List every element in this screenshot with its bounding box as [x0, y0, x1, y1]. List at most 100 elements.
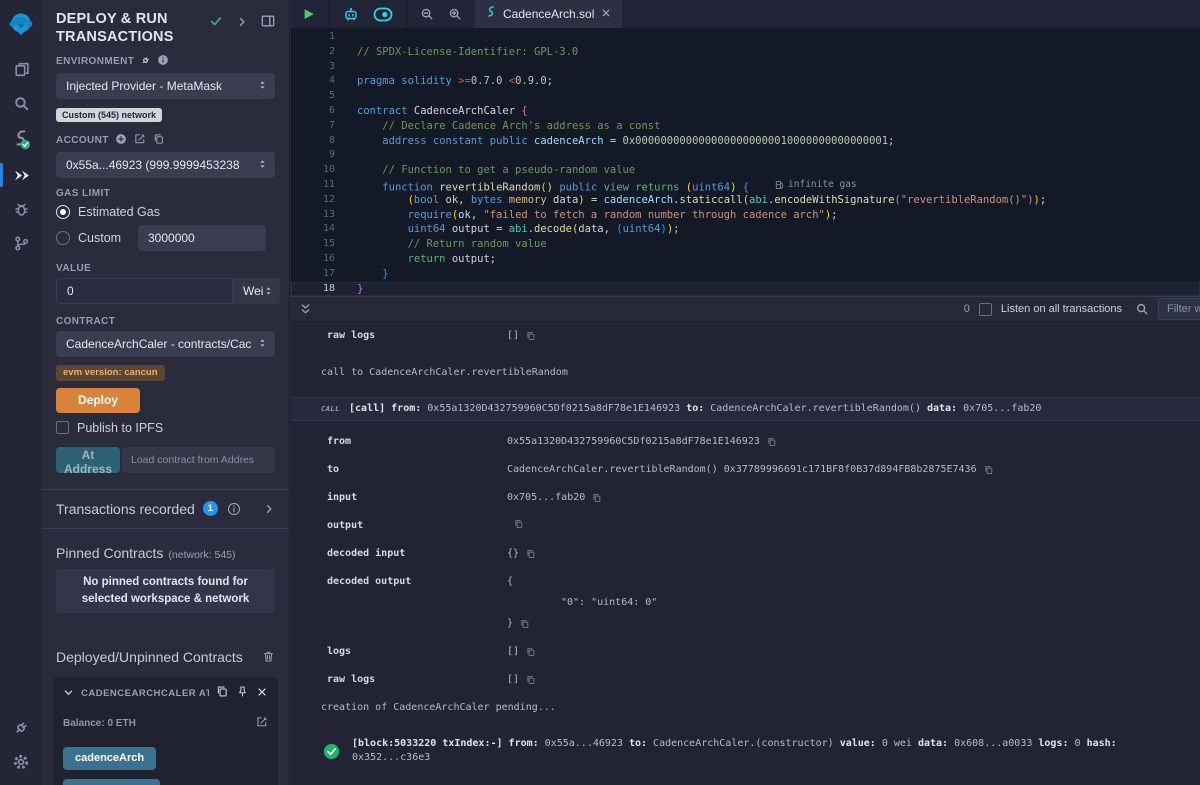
code-line[interactable]: 14 uint64 output = abi.decode(data, (uin… [291, 222, 1200, 237]
solidity-compiler-icon[interactable] [0, 120, 42, 158]
split-view-icon[interactable] [261, 14, 275, 33]
code-editor[interactable]: 12// SPDX-License-Identifier: GPL-3.034p… [291, 28, 1200, 296]
success-check-icon [323, 743, 340, 760]
code-line[interactable]: 11 function revertibleRandom() public vi… [291, 178, 1200, 193]
deploy-run-panel: DEPLOY & RUN TRANSACTIONS ENVIRONMENT In… [42, 0, 290, 785]
close-icon[interactable] [256, 685, 268, 703]
copy-icon[interactable] [592, 493, 602, 503]
remix-logo[interactable] [0, 2, 42, 46]
copy-icon[interactable] [984, 465, 994, 475]
code-line[interactable]: 2// SPDX-License-Identifier: GPL-3.0 [291, 45, 1200, 60]
trash-icon[interactable] [262, 650, 275, 663]
code-line[interactable]: 15 // Return random value [291, 237, 1200, 252]
code-line[interactable]: 17 } [291, 267, 1200, 282]
environment-value: Injected Provider - MetaMask [66, 79, 257, 93]
code-line[interactable]: 8 address constant public cadenceArch = … [291, 134, 1200, 149]
stepper-icon [263, 284, 274, 298]
copy-icon[interactable] [526, 675, 536, 685]
contract-select[interactable]: CadenceArchCaler - contracts/Cac [56, 331, 275, 357]
revertible-random-button[interactable]: revertibleRa... [63, 779, 160, 785]
terminal-filter-input[interactable] [1158, 298, 1200, 320]
code-line[interactable]: 4pragma solidity >=0.7.0 <0.9.0; [291, 74, 1200, 89]
call-summary-text: [call] from: 0x55a1320D432759960C5Df0215… [349, 402, 1041, 416]
value-unit-select[interactable]: Wei [233, 278, 280, 304]
zoom-in-icon[interactable] [441, 7, 469, 21]
tx-success-row[interactable]: [block:5033220 txIndex:-] from: 0x55a...… [323, 737, 1200, 765]
copy-icon[interactable] [526, 331, 536, 341]
deploy-run-icon[interactable] [0, 158, 42, 192]
deploy-button[interactable]: Deploy [56, 388, 140, 413]
code-line[interactable]: 5 [291, 89, 1200, 104]
transactions-recorded-row[interactable]: Transactions recorded 1 [56, 490, 275, 528]
gas-limit-label: GAS LIMIT [56, 188, 275, 199]
code-line[interactable]: 10 // Function to get a pseudo-random va… [291, 163, 1200, 178]
environment-label-row: ENVIRONMENT [56, 54, 275, 69]
estimated-gas-radio[interactable] [56, 205, 70, 219]
code-text: address constant public cadenceArch = 0x… [357, 134, 894, 149]
account-select[interactable]: 0x55a...46923 (999.9999453238 [56, 152, 275, 178]
code-line[interactable]: 9 [291, 148, 1200, 163]
expand-terminal-icon[interactable] [299, 303, 312, 316]
custom-gas-input[interactable] [138, 225, 266, 251]
code-line[interactable]: 1 [291, 30, 1200, 45]
detail-close-row: } [507, 617, 1200, 631]
copilot-toggle-icon[interactable] [366, 7, 400, 22]
settings-icon[interactable] [0, 745, 42, 779]
code-line[interactable]: 12 (bool ok, bytes memory data) = cadenc… [291, 193, 1200, 208]
copy-icon[interactable] [767, 437, 777, 447]
code-text: contract CadenceArchCaler { [357, 104, 528, 119]
chevron-down-icon[interactable] [63, 685, 74, 703]
copy-icon[interactable] [514, 519, 524, 529]
publish-ipfs-checkbox[interactable] [56, 421, 69, 434]
at-address-input[interactable] [122, 447, 275, 473]
code-line[interactable]: 18} [291, 282, 1200, 296]
code-line[interactable]: 7 // Declare Cadence Arch's address as a… [291, 119, 1200, 134]
value-input[interactable] [56, 278, 233, 304]
pin-icon[interactable] [236, 685, 249, 703]
divider [42, 528, 289, 529]
info-icon[interactable] [227, 502, 241, 516]
code-line[interactable]: 16 return output; [291, 252, 1200, 267]
chevron-right-icon[interactable] [236, 15, 248, 33]
edit-balance-icon[interactable] [256, 715, 268, 733]
add-account-icon[interactable] [115, 133, 127, 148]
file-explorer-icon[interactable] [0, 52, 42, 86]
detail-row: raw logs[] [327, 673, 1200, 687]
line-number: 3 [291, 60, 335, 75]
chevron-right-icon[interactable] [263, 503, 275, 515]
copy-icon[interactable] [526, 647, 536, 657]
search-icon[interactable] [0, 86, 42, 120]
custom-gas-radio[interactable] [56, 231, 70, 245]
copy-icon[interactable] [526, 549, 536, 559]
run-icon[interactable] [295, 7, 323, 21]
listen-all-checkbox[interactable] [979, 303, 992, 316]
plug-icon[interactable] [140, 55, 151, 69]
code-line[interactable]: 6contract CadenceArchCaler { [291, 104, 1200, 119]
info-icon[interactable] [157, 54, 169, 69]
git-icon[interactable] [0, 226, 42, 260]
zoom-out-icon[interactable] [413, 7, 441, 21]
ai-assistant-icon[interactable] [336, 6, 366, 22]
creation-line: creation of CadenceArchCaler pending... [321, 701, 1200, 715]
custom-gas-label: Custom [78, 231, 130, 245]
copy-icon[interactable] [520, 619, 530, 629]
code-text: // Function to get a pseudo-random value [357, 163, 635, 178]
tab-cadencearch-sol[interactable]: CadenceArch.sol [475, 0, 622, 28]
plugin-manager-icon[interactable] [0, 711, 42, 745]
search-icon[interactable] [1135, 302, 1149, 316]
code-line[interactable]: 13 require(ok, "failed to fetch a random… [291, 208, 1200, 223]
close-tab-icon[interactable] [601, 5, 611, 23]
copy-icon[interactable] [216, 685, 229, 703]
detail-nested-value: "0": "uint64: 0" [561, 596, 1200, 610]
environment-select[interactable]: Injected Provider - MetaMask [56, 73, 275, 99]
call-summary-row[interactable]: CALL [call] from: 0x55a1320D432759960C5D… [291, 397, 1200, 421]
cadence-arch-button[interactable]: cadenceArch [63, 747, 156, 770]
edit-account-icon[interactable] [134, 133, 146, 148]
code-line[interactable]: 3 [291, 60, 1200, 75]
copy-account-icon[interactable] [153, 133, 165, 148]
debugger-icon[interactable] [0, 192, 42, 226]
log-row: raw logs [] [327, 329, 1200, 343]
at-address-button[interactable]: At Address [56, 447, 120, 473]
pinned-empty-line2: selected workspace & network [82, 591, 249, 608]
stepper-icon [257, 78, 268, 95]
